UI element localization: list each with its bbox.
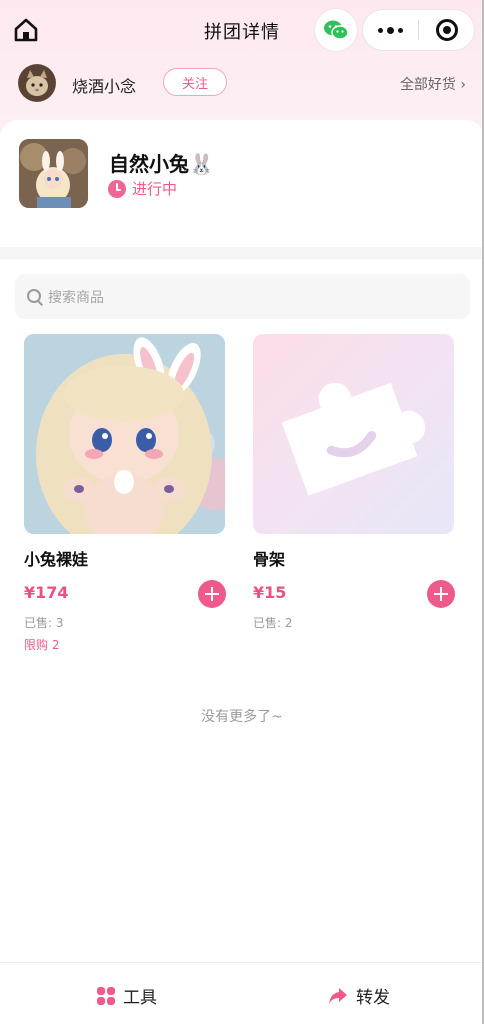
sold-count: 已售: 2 [253,616,293,630]
follow-button[interactable]: 关注 [163,68,227,96]
target-close-icon[interactable] [419,10,474,50]
price-row: ¥15 [253,580,455,608]
status-text: 进行中 [132,180,178,198]
product-image[interactable] [24,334,225,534]
grid-icon [97,986,115,1005]
group-thumbnail[interactable] [19,139,88,208]
product-price: ¥15 [253,583,287,602]
more-dots-icon[interactable] [363,10,418,50]
share-arrow-icon [329,987,347,1004]
group-status: 进行中 [108,178,177,199]
price-row: ¥174 [24,580,226,608]
sold-count: 已售: 3 [24,616,64,630]
product-card[interactable]: 小兔裸娃 ¥174 已售: 3 限购 2 [24,334,226,653]
seller-name: 烧酒小念 [72,77,137,96]
group-info-card: 自然小兔🐰 进行中 [0,120,484,248]
search-input[interactable]: 搜索商品 [15,274,470,319]
no-more-text: 没有更多了~ [201,709,283,725]
purchase-limit: 限购 2 [24,638,60,652]
search-placeholder: 搜索商品 [48,289,104,306]
search-icon [27,288,43,305]
share-label: 转发 [356,988,390,1008]
add-to-cart-button[interactable] [427,580,455,608]
seller-avatar[interactable] [18,64,56,102]
wechat-share-button[interactable] [315,9,357,51]
navigation-bar: 拼团详情 [0,8,484,52]
product-name: 骨架 [253,550,286,569]
seller-row: 烧酒小念 关注 全部好货 › [0,62,484,104]
add-to-cart-button[interactable] [198,580,226,608]
share-button[interactable]: 转发 [328,983,390,1008]
all-goods-link[interactable]: 全部好货 › [400,74,466,94]
mini-program-capsule [363,10,474,50]
wechat-icon [324,20,349,40]
group-title: 自然小兔🐰 [109,152,214,176]
product-card[interactable]: 骨架 ¥15 已售: 2 [253,334,455,631]
product-image[interactable] [253,334,454,534]
clock-icon [108,179,126,198]
bottom-bar: 工具 转发 [0,962,484,1024]
tools-label: 工具 [123,988,157,1008]
puzzle-placeholder-icon [281,382,426,496]
tools-button[interactable]: 工具 [97,983,157,1008]
section-divider [0,247,484,259]
product-price: ¥174 [24,583,69,602]
product-name: 小兔裸娃 [24,550,89,569]
